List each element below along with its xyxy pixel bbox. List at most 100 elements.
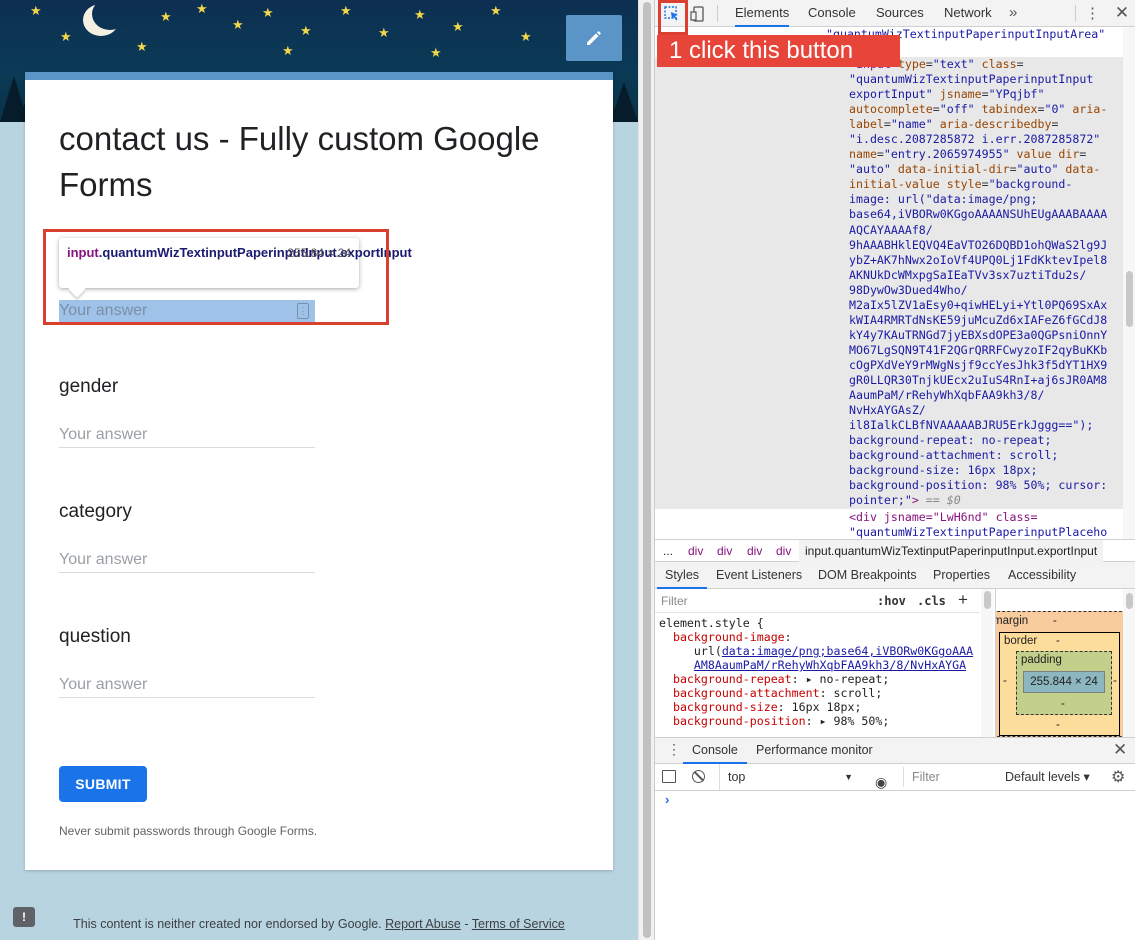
- tab-event-listeners[interactable]: Event Listeners: [716, 562, 802, 589]
- box-model-padding[interactable]: padding 255.844 × 24 -: [1016, 651, 1112, 715]
- tab-properties[interactable]: Properties: [933, 562, 990, 589]
- eye-icon[interactable]: ◉: [875, 769, 887, 795]
- new-style-rule-button[interactable]: +: [958, 590, 968, 610]
- star-icon: ★: [232, 17, 244, 32]
- box-model-content[interactable]: 255.844 × 24: [1023, 671, 1105, 693]
- tab-accessibility[interactable]: Accessibility: [1008, 562, 1076, 589]
- execution-context-select[interactable]: top ▼: [719, 764, 859, 790]
- star-icon: ★: [262, 5, 274, 20]
- box-model-scrollbar[interactable]: [1123, 589, 1135, 737]
- tab-elements[interactable]: Elements: [735, 0, 790, 27]
- annotation-callout-label: 1 click this button: [657, 35, 900, 67]
- page-scroll-thumb[interactable]: [643, 2, 651, 938]
- question-label-category: category: [59, 501, 132, 522]
- drawer-menu-icon[interactable]: ⋮: [667, 741, 681, 758]
- log-levels-select[interactable]: Default levels ▾: [1005, 764, 1090, 790]
- annotation-highlight-box: [43, 229, 389, 325]
- device-toolbar-icon: [690, 6, 704, 22]
- report-abuse-link[interactable]: Report Abuse: [385, 917, 461, 931]
- star-icon: ★: [160, 9, 172, 24]
- console-filter-input[interactable]: Filter: [903, 767, 995, 787]
- breadcrumb-div[interactable]: div: [747, 540, 762, 562]
- class-toggle[interactable]: .cls: [917, 594, 946, 608]
- devtools-menu-icon[interactable]: ⋮: [1085, 4, 1100, 24]
- tab-styles[interactable]: Styles: [657, 562, 708, 589]
- star-icon: ★: [60, 29, 72, 44]
- styles-subtabs: Styles Event Listeners DOM Breakpoints P…: [655, 562, 1135, 589]
- breadcrumb-ellipsis[interactable]: ...: [663, 540, 673, 562]
- question-label-gender: gender: [59, 376, 119, 397]
- star-icon: ★: [520, 29, 532, 44]
- context-value: top: [728, 770, 746, 784]
- margin-top-value: -: [1053, 615, 1057, 627]
- styles-scroll-thumb[interactable]: [984, 591, 991, 609]
- breadcrumb-div[interactable]: div: [717, 540, 732, 562]
- gear-icon[interactable]: ⚙: [1111, 765, 1125, 791]
- page-scrollbar[interactable]: [638, 0, 654, 940]
- elements-tree[interactable]: "quantumWizTextinputPaperinputInputArea"…: [655, 27, 1135, 539]
- element-style-rule[interactable]: element.style { background-image: url(da…: [659, 616, 981, 728]
- star-icon: ★: [378, 25, 390, 40]
- drawer-tab-performance-monitor[interactable]: Performance monitor: [756, 738, 873, 764]
- question-label-question: question: [59, 626, 131, 647]
- border-label: border: [1004, 635, 1038, 647]
- dom-line-div: <div jsname="LwH6nd" class=: [849, 510, 1038, 524]
- console-sidebar-icon[interactable]: [662, 770, 676, 783]
- password-warning: Never submit passwords through Google Fo…: [59, 824, 318, 838]
- toolbar-separator: [1075, 5, 1076, 22]
- form-card: contact us - Fully custom Google Forms Y…: [25, 72, 613, 870]
- edit-form-button[interactable]: [566, 15, 622, 61]
- question-answer-input[interactable]: Your answer: [59, 674, 315, 698]
- tab-console[interactable]: Console: [808, 0, 856, 27]
- border-top-value: -: [1056, 635, 1060, 647]
- star-icon: ★: [340, 3, 352, 18]
- star-icon: ★: [300, 23, 312, 38]
- drawer-close-icon[interactable]: ✕: [1113, 740, 1127, 760]
- styles-filter-input[interactable]: Filter: [661, 594, 861, 608]
- console-prompt[interactable]: ›: [665, 792, 669, 807]
- dom-line-class: "quantumWizTextinputPaperinputPlaceho: [849, 525, 1108, 539]
- form-title: contact us - Fully custom Google Forms: [59, 120, 540, 203]
- margin-label: margin: [995, 615, 1029, 627]
- drawer-tab-console[interactable]: Console: [683, 738, 747, 764]
- border-right-value: -: [1113, 675, 1117, 687]
- elements-scroll-thumb[interactable]: [1126, 271, 1133, 327]
- selected-node-marker: == $0: [918, 493, 961, 508]
- star-icon: ★: [452, 19, 464, 34]
- submit-button[interactable]: SUBMIT: [59, 766, 147, 802]
- border-bottom-value: -: [1056, 719, 1060, 731]
- dom-line: <div jsname="LwH6nd" class= "quantumWizT…: [849, 510, 1119, 539]
- tab-dom-breakpoints[interactable]: DOM Breakpoints: [818, 562, 917, 589]
- breadcrumb-selected-input[interactable]: input.quantumWizTextinputPaperinputInput…: [799, 540, 1104, 562]
- device-toolbar-button[interactable]: [688, 4, 708, 24]
- styles-scrollbar[interactable]: [981, 589, 993, 737]
- devtools-close-icon[interactable]: ✕: [1112, 2, 1132, 24]
- breadcrumb-div[interactable]: div: [776, 540, 791, 562]
- toolbar-separator: [717, 5, 718, 22]
- tree-shape: [610, 82, 638, 122]
- hover-state-toggle[interactable]: :hov: [877, 594, 906, 608]
- box-model-border[interactable]: border - - - padding 255.844 × 24 - -: [999, 632, 1120, 736]
- border-left-value: -: [1003, 675, 1007, 687]
- more-tabs-button[interactable]: »: [1009, 0, 1017, 27]
- footer-separator: -: [460, 917, 472, 931]
- padding-bottom-value: -: [1061, 698, 1065, 710]
- category-answer-input[interactable]: Your answer: [59, 549, 315, 573]
- devtools-toolbar: Elements Console Sources Network » ⋮ ✕: [655, 0, 1135, 35]
- box-model-scroll-thumb[interactable]: [1126, 593, 1133, 609]
- chevron-down-icon: ▼: [844, 772, 853, 782]
- box-model-margin[interactable]: margin - border - - - padding 255.844 × …: [995, 611, 1127, 737]
- breadcrumb-div[interactable]: div: [688, 540, 703, 562]
- tab-network[interactable]: Network: [944, 0, 992, 27]
- screenshot-root: ★ ★ ★ ★ ★ ★ ★ ★ ★ ★ ★ ★ ★ ★ ★ ★ contact …: [0, 0, 1135, 940]
- selected-dom-node-code: <input type="text" class= "quantumWizTex…: [849, 57, 1108, 508]
- star-icon: ★: [282, 43, 294, 58]
- console-toolbar: top ▼ ◉ Filter Default levels ▾ ⚙: [655, 764, 1135, 791]
- elements-scrollbar[interactable]: [1123, 27, 1135, 539]
- gender-answer-input[interactable]: Your answer: [59, 424, 315, 448]
- tab-sources[interactable]: Sources: [876, 0, 924, 27]
- moon-icon: [92, 0, 128, 30]
- terms-of-service-link[interactable]: Terms of Service: [472, 917, 565, 931]
- footer-disclaimer: This content is neither created nor endo…: [0, 917, 638, 931]
- clear-console-icon[interactable]: [692, 770, 705, 783]
